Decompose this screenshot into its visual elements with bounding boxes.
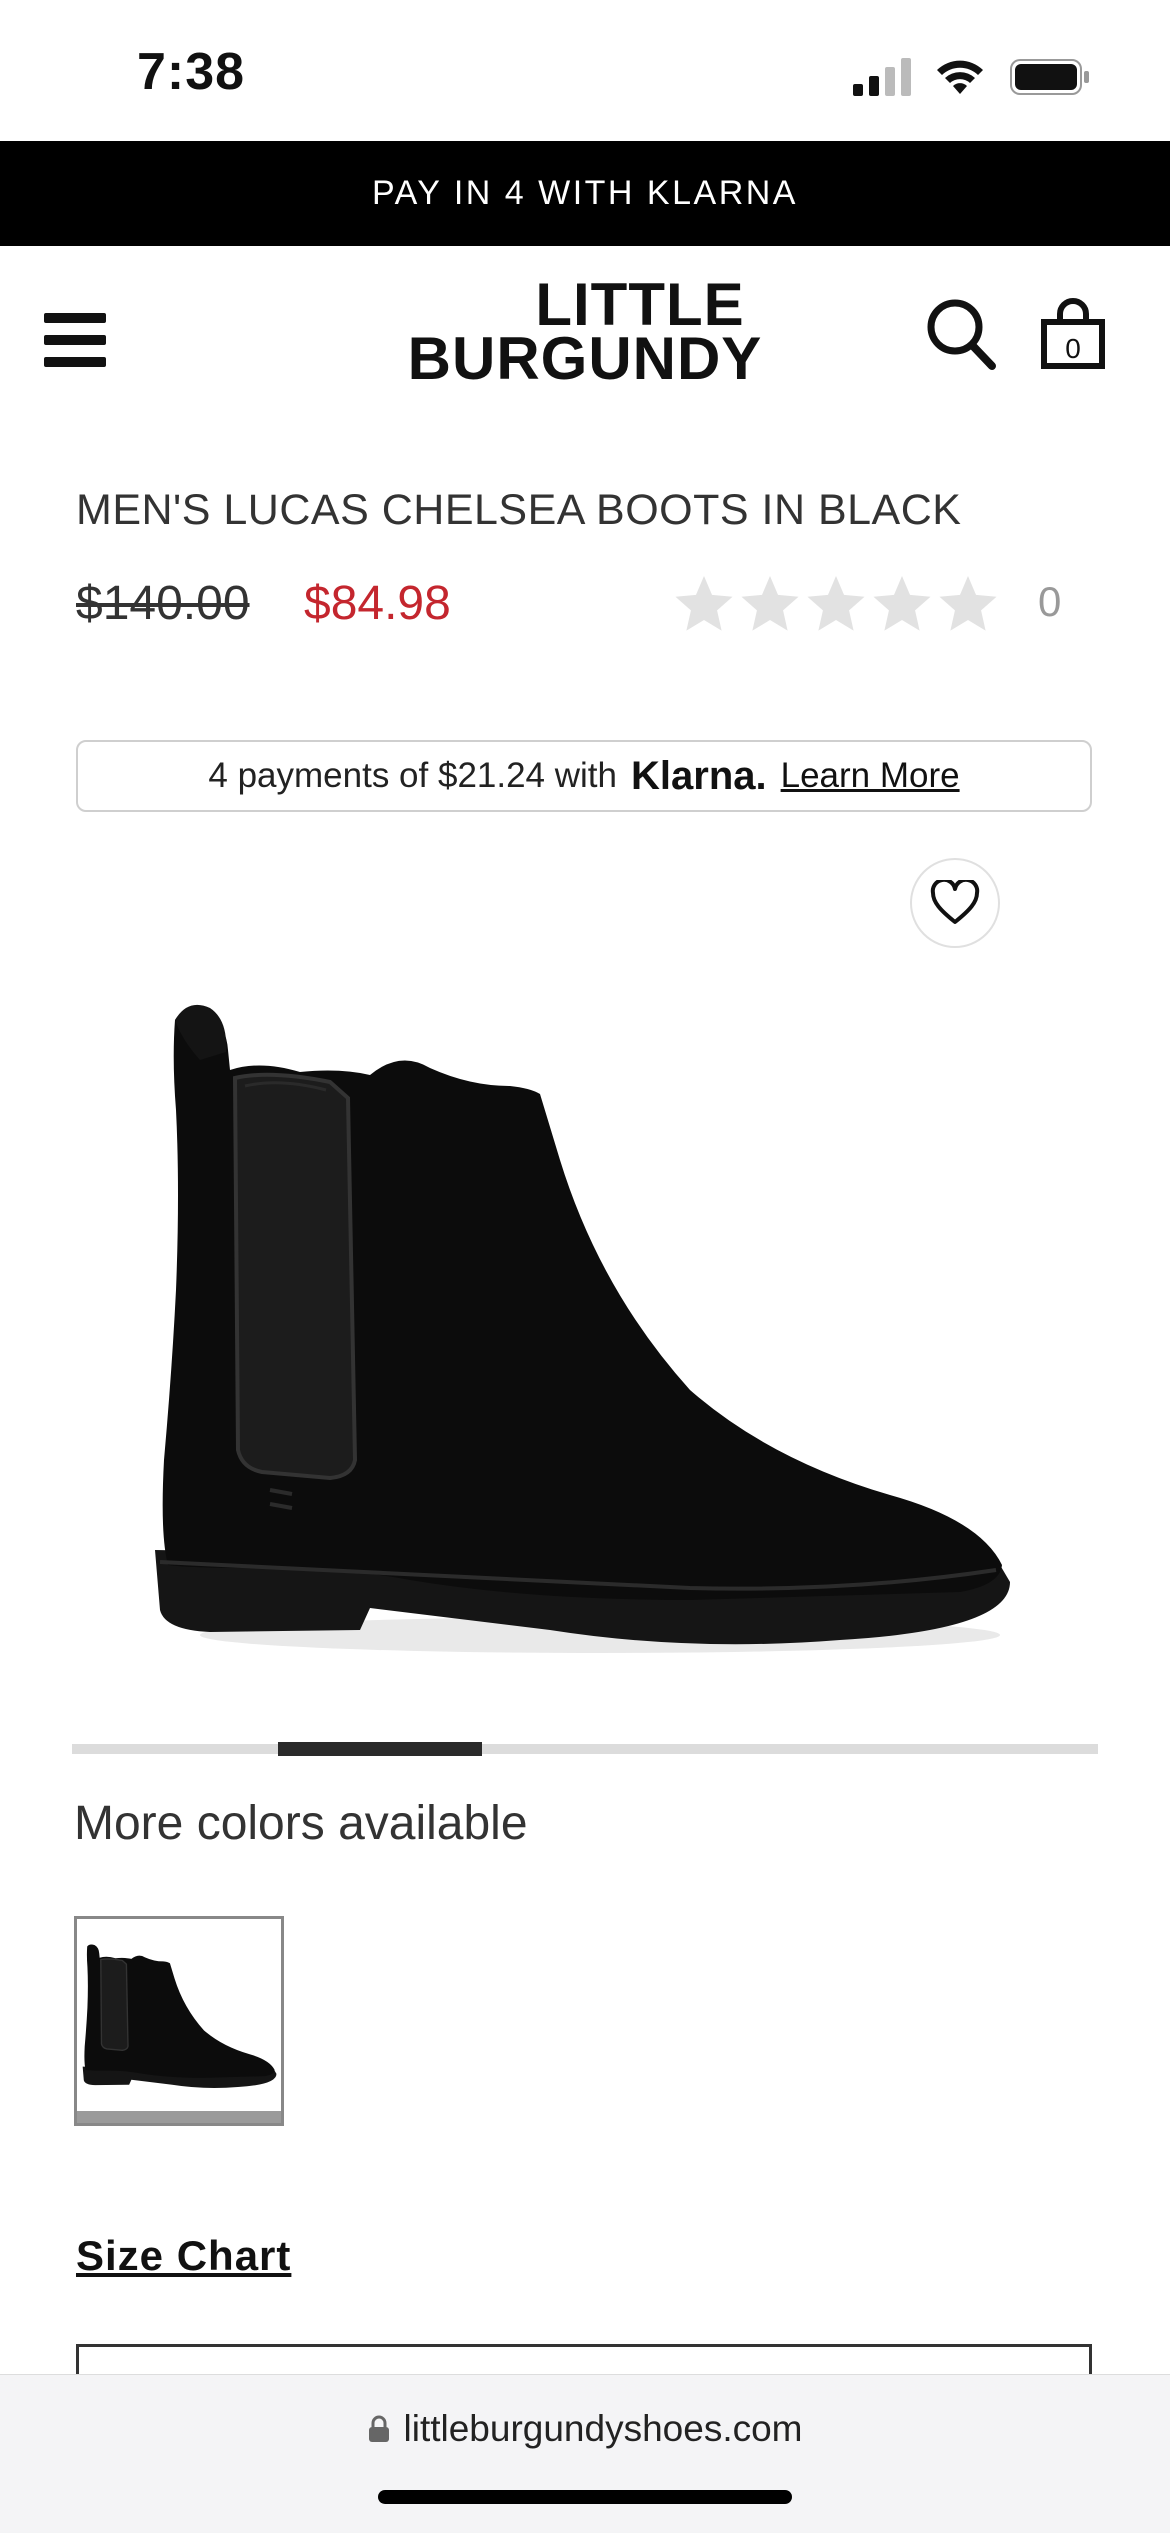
heart-icon [930, 880, 980, 924]
browser-toolbar [0, 2374, 1170, 2533]
star-icon [807, 576, 865, 631]
star-icon [873, 576, 931, 631]
swatch-selected-bar [77, 2111, 281, 2123]
klarna-logo: Klarna. [631, 753, 767, 798]
brand-logo[interactable]: LITTLE BURGUNDY [380, 271, 790, 389]
url-text: littleburgundyshoes.com [403, 2408, 803, 2449]
sale-price: $84.98 [304, 577, 451, 630]
search-icon[interactable] [926, 298, 996, 370]
size-chart-link[interactable]: Size Chart [76, 2232, 291, 2280]
status-time: 7:38 [137, 43, 246, 101]
original-price: $140.00 [76, 577, 250, 630]
klarna-learn-more-link[interactable]: Learn More [781, 756, 960, 796]
home-indicator [378, 2490, 792, 2504]
star-icon [939, 576, 997, 631]
carousel-progress-track[interactable] [72, 1744, 1098, 1754]
wifi-icon [937, 60, 983, 94]
hamburger-menu-icon[interactable] [44, 313, 106, 369]
bag-outline-icon: 0 [1041, 298, 1105, 369]
klarna-installment-text: 4 payments of $21.24 with [208, 756, 617, 795]
promo-text: PAY IN 4 WITH KLARNA [372, 174, 798, 212]
lock-icon [368, 2415, 389, 2442]
review-count[interactable]: 0 [1038, 578, 1061, 626]
star-icon [741, 576, 799, 631]
swatch-boot-thumbnail [82, 1944, 277, 2088]
address-bar[interactable]: littleburgundyshoes.com [0, 2408, 1170, 2450]
product-title: MEN'S LUCAS CHELSEA BOOTS IN BLACK [76, 486, 962, 534]
star-icon [675, 576, 733, 631]
battery-icon [1010, 59, 1089, 95]
cellular-signal-icon [853, 58, 911, 96]
color-swatch-black[interactable] [74, 1916, 284, 2126]
logo-line-1: LITTLE [535, 271, 745, 338]
wishlist-button[interactable] [910, 858, 1000, 948]
klarna-installments-box: 4 payments of $21.24 with Klarna. Learn … [76, 740, 1092, 812]
carousel-progress-indicator[interactable] [278, 1742, 482, 1756]
shopping-bag-icon[interactable]: 0 [1040, 296, 1106, 370]
product-image[interactable] [130, 990, 1030, 1690]
cart-count: 0 [1065, 333, 1081, 364]
more-colors-label: More colors available [74, 1797, 528, 1850]
klarna-promo-banner[interactable]: PAY IN 4 WITH KLARNA [0, 141, 1170, 246]
logo-line-2: BURGUNDY [407, 325, 763, 392]
rating-stars[interactable] [672, 572, 1000, 638]
